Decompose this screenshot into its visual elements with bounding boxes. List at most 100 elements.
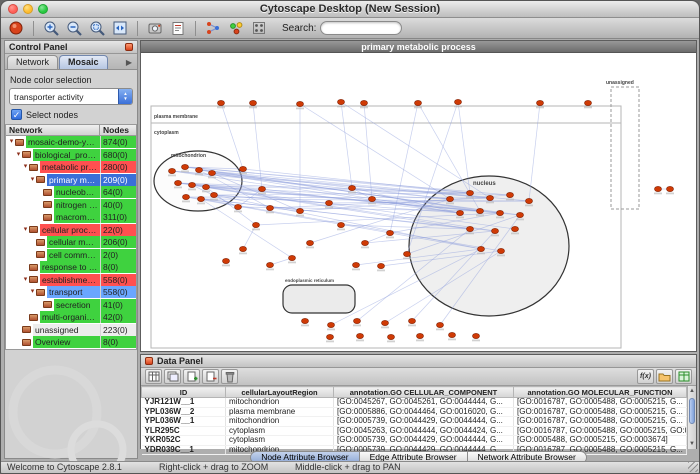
column-header-annotation-go-molecular-function[interactable]: annotation.GO MOLECULAR_FUNCTION bbox=[514, 387, 687, 398]
graph-node[interactable] bbox=[198, 196, 205, 201]
tree-item-overview[interactable]: Overview8(0) bbox=[6, 336, 136, 349]
graph-node[interactable] bbox=[235, 204, 242, 209]
graph-node[interactable] bbox=[250, 100, 257, 105]
title-bar[interactable]: Cytoscape Desktop (New Session) bbox=[1, 1, 699, 18]
tab-mosaic[interactable]: Mosaic bbox=[59, 55, 108, 69]
graph-node[interactable] bbox=[409, 318, 416, 323]
tree-item-cellular-process[interactable]: ▾cellular process22(0) bbox=[6, 224, 136, 237]
graph-node[interactable] bbox=[189, 182, 196, 187]
expand-arrow-icon[interactable]: ▾ bbox=[8, 136, 15, 148]
graph-node[interactable] bbox=[437, 322, 444, 327]
snapshot-icon[interactable] bbox=[145, 19, 165, 37]
table-row[interactable]: YLR295Ccytoplasm[GO:0045263, GO:0044444,… bbox=[142, 426, 687, 436]
graph-node[interactable] bbox=[196, 167, 203, 172]
tree-item-establishment-of-lo[interactable]: ▾establishment of lo...558(0) bbox=[6, 274, 136, 287]
tree-item-transport[interactable]: ▾transport558(0) bbox=[6, 286, 136, 299]
graph-node[interactable] bbox=[667, 186, 674, 191]
expand-arrow-icon[interactable]: ▾ bbox=[29, 286, 36, 298]
graph-node[interactable] bbox=[487, 195, 494, 200]
graph-node[interactable] bbox=[455, 99, 462, 104]
graph-node[interactable] bbox=[289, 255, 296, 260]
tree-item-metabolic-process[interactable]: ▾metabolic process280(0) bbox=[6, 161, 136, 174]
graph-node[interactable] bbox=[498, 248, 505, 253]
graph-node[interactable] bbox=[387, 230, 394, 235]
network-column-header[interactable]: Network bbox=[5, 124, 100, 136]
graph-node[interactable] bbox=[478, 246, 485, 251]
tab-scroll-right-icon[interactable]: ▶ bbox=[123, 58, 135, 69]
tree-item-nucleobase[interactable]: nucleobase...64(0) bbox=[6, 186, 136, 199]
scrollbar-thumb[interactable] bbox=[689, 398, 695, 424]
graph-node[interactable] bbox=[467, 190, 474, 195]
attribute-matrix-icon[interactable] bbox=[675, 369, 692, 384]
graph-node[interactable] bbox=[349, 185, 356, 190]
graph-node[interactable] bbox=[449, 332, 456, 337]
minimize-window-button[interactable] bbox=[23, 4, 33, 14]
graph-node[interactable] bbox=[526, 198, 533, 203]
network-view-title[interactable]: primary metabolic process bbox=[141, 41, 696, 53]
graph-node[interactable] bbox=[326, 200, 333, 205]
tab-network[interactable]: Network bbox=[7, 55, 58, 69]
graph-node[interactable] bbox=[327, 334, 334, 339]
zoom-fit-icon[interactable] bbox=[110, 19, 130, 37]
expand-arrow-icon[interactable]: ▾ bbox=[29, 174, 36, 186]
delete-attribute-icon[interactable] bbox=[202, 369, 219, 384]
expand-arrow-icon[interactable]: ▾ bbox=[22, 161, 29, 173]
graph-node[interactable] bbox=[307, 240, 314, 245]
graph-node[interactable] bbox=[354, 318, 361, 323]
search-input[interactable] bbox=[320, 21, 402, 35]
tree-item-mosaic-demo-yeast[interactable]: ▾mosaic-demo-yeast874(0) bbox=[6, 136, 136, 149]
tree-item-primary-metabo[interactable]: ▾primary metabo...209(0) bbox=[6, 174, 136, 187]
graph-node[interactable] bbox=[362, 240, 369, 245]
graph-node[interactable] bbox=[492, 228, 499, 233]
vizmapper-icon[interactable] bbox=[226, 19, 246, 37]
scroll-down-icon[interactable]: ▼ bbox=[688, 439, 696, 449]
graph-node[interactable] bbox=[259, 186, 266, 191]
tree-item-response-to-stimul[interactable]: response to stimul...8(0) bbox=[6, 261, 136, 274]
tree-item-unassigned[interactable]: unassigned223(0) bbox=[6, 324, 136, 337]
graph-node[interactable] bbox=[328, 322, 335, 327]
graph-node[interactable] bbox=[169, 168, 176, 173]
graph-node[interactable] bbox=[338, 222, 345, 227]
graph-node[interactable] bbox=[417, 333, 424, 338]
node-color-dropdown[interactable]: transporter activity ▲▼ bbox=[9, 88, 133, 105]
graph-node[interactable] bbox=[297, 208, 304, 213]
new-session-icon[interactable] bbox=[6, 19, 26, 37]
annotation-icon[interactable] bbox=[168, 19, 188, 37]
graph-node[interactable] bbox=[512, 226, 519, 231]
tree-item-secretion[interactable]: secretion41(0) bbox=[6, 299, 136, 312]
tree-item-macromolecule[interactable]: macromolecule...311(0) bbox=[6, 211, 136, 224]
import-attributes-icon[interactable] bbox=[656, 369, 673, 384]
column-header-annotation-go-cellular-component[interactable]: annotation.GO CELLULAR_COMPONENT bbox=[334, 387, 514, 398]
function-builder-icon[interactable]: f(x) bbox=[637, 369, 654, 384]
expand-arrow-icon[interactable]: ▾ bbox=[22, 274, 29, 286]
graph-node[interactable] bbox=[218, 100, 225, 105]
table-row[interactable]: YKR052Ccytoplasm[GO:0005739, GO:0044429,… bbox=[142, 436, 687, 446]
tree-item-multi-organism-pro[interactable]: multi-organism pro...42(0) bbox=[6, 311, 136, 324]
graph-node[interactable] bbox=[183, 194, 190, 199]
graph-node[interactable] bbox=[369, 196, 376, 201]
expand-arrow-icon[interactable]: ▾ bbox=[15, 149, 22, 161]
graph-node[interactable] bbox=[240, 166, 247, 171]
graph-node[interactable] bbox=[378, 263, 385, 268]
graph-node[interactable] bbox=[467, 226, 474, 231]
tree-item-biological-process[interactable]: ▾biological_process680(0) bbox=[6, 149, 136, 162]
graph-node[interactable] bbox=[517, 212, 524, 217]
graph-node[interactable] bbox=[223, 258, 230, 263]
scroll-up-icon[interactable]: ▲ bbox=[688, 386, 696, 396]
graph-node[interactable] bbox=[267, 262, 274, 267]
zoom-in-icon[interactable] bbox=[41, 19, 61, 37]
zoom-selected-icon[interactable] bbox=[87, 19, 107, 37]
graph-node[interactable] bbox=[253, 222, 260, 227]
table-scrollbar[interactable]: ▲ ▼ bbox=[687, 386, 696, 449]
zoom-out-icon[interactable] bbox=[64, 19, 84, 37]
unselect-attributes-icon[interactable] bbox=[164, 369, 181, 384]
graph-node[interactable] bbox=[457, 210, 464, 215]
graph-node[interactable] bbox=[357, 333, 364, 338]
network-overview-icon[interactable] bbox=[203, 19, 223, 37]
graph-node[interactable] bbox=[507, 192, 514, 197]
graph-node[interactable] bbox=[388, 334, 395, 339]
select-nodes-checkbox[interactable]: ✓ bbox=[11, 109, 22, 120]
graph-node[interactable] bbox=[211, 192, 218, 197]
expand-arrow-icon[interactable]: ▾ bbox=[22, 224, 29, 236]
graph-node[interactable] bbox=[240, 246, 247, 251]
